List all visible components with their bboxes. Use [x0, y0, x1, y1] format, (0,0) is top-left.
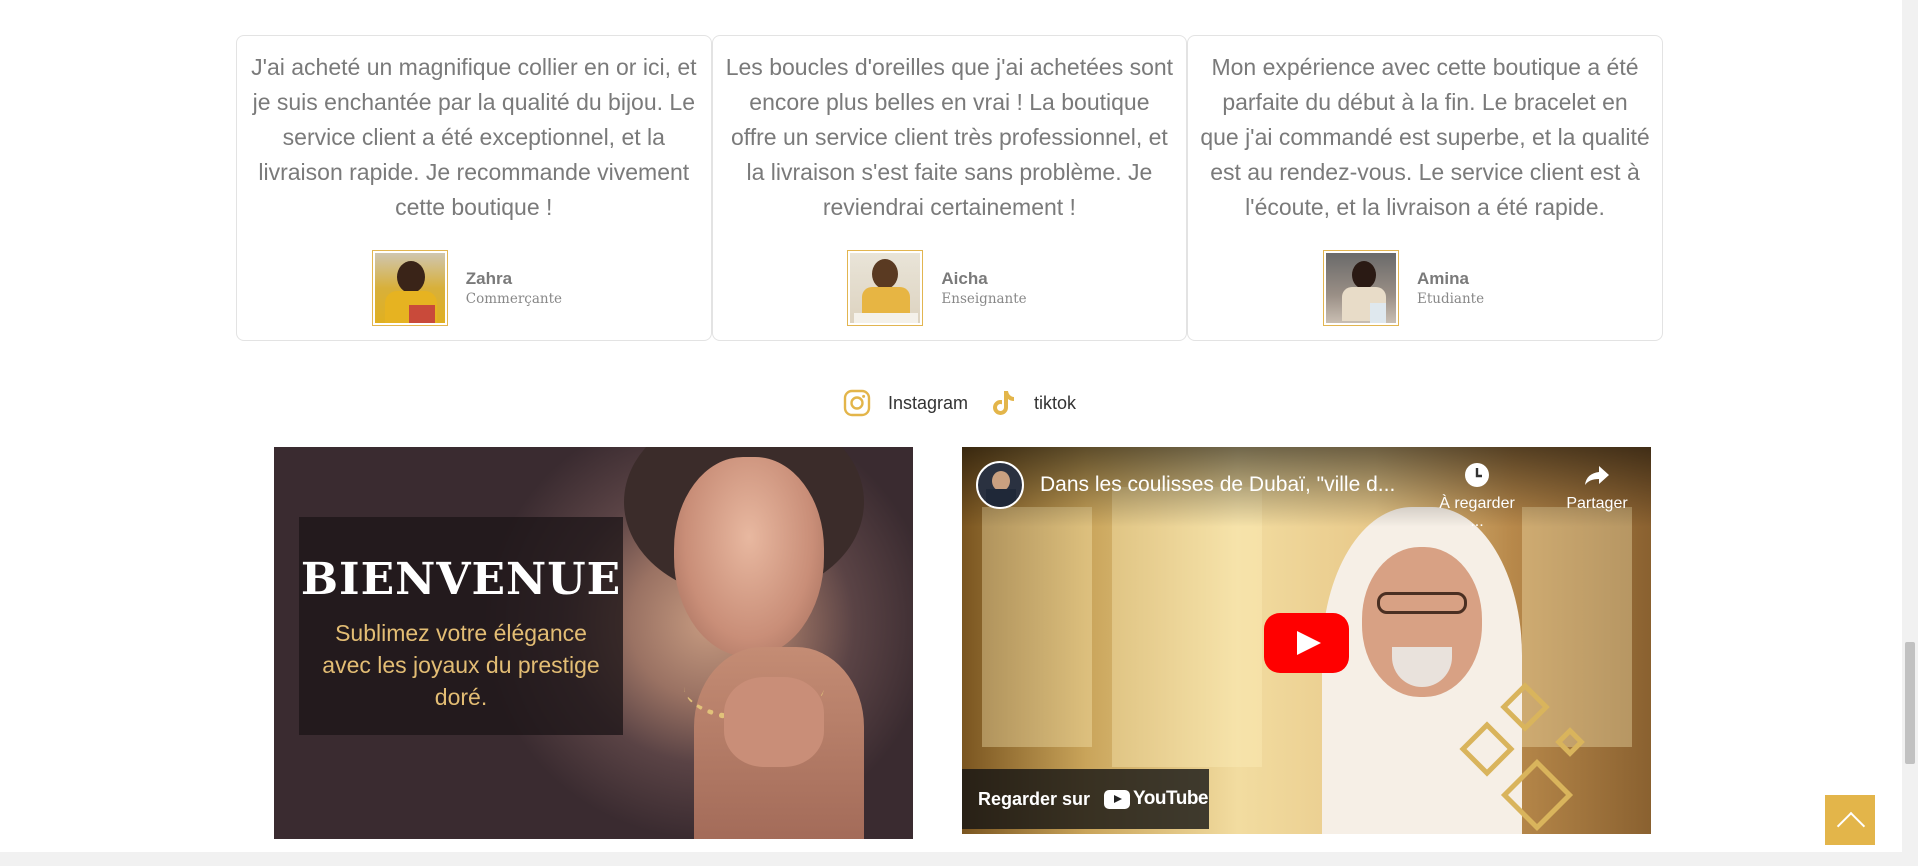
video-background — [982, 507, 1092, 747]
author-role: Commerçante — [465, 291, 563, 307]
tiktok-link[interactable]: tiktok — [988, 388, 1076, 418]
instagram-icon — [843, 389, 871, 417]
vertical-scrollbar[interactable] — [1902, 0, 1918, 866]
testimonial-text: J'ai acheté un magnifique collier en or … — [251, 54, 697, 220]
banner-overlay: BIENVENUE Sublimez votre élégance avec l… — [299, 517, 623, 735]
author-role: Etudiante — [1416, 291, 1485, 307]
avatar — [847, 250, 924, 326]
instagram-label: Instagram — [887, 392, 969, 413]
testimonial-author: Amina Etudiante — [1188, 250, 1662, 326]
watch-later-button[interactable]: À regarder ... — [1432, 461, 1522, 531]
testimonial-card: J'ai acheté un magnifique collier en or … — [236, 35, 712, 341]
testimonial-text: Mon expérience avec cette boutique a été… — [1200, 54, 1650, 220]
avatar — [1322, 250, 1399, 326]
author-name: Amina — [1416, 269, 1469, 288]
tiktok-label: tiktok — [1034, 392, 1077, 413]
banner-title: BIENVENUE — [300, 554, 622, 605]
tiktok-icon — [993, 391, 1015, 415]
gold-diamond-logo — [1459, 682, 1585, 832]
channel-avatar[interactable] — [976, 461, 1024, 509]
youtube-label: YouTube — [1133, 788, 1208, 809]
social-links: Instagram tiktok — [0, 388, 1918, 418]
banner-subtitle: Sublimez votre élégance avec les joyaux … — [322, 620, 600, 710]
banner-model-image — [604, 447, 884, 839]
youtube-play-icon — [1104, 789, 1131, 809]
youtube-embed[interactable]: Dans les coulisses de Dubaï, "ville d...… — [962, 447, 1651, 834]
clock-icon — [1465, 463, 1489, 487]
watch-on-youtube-button[interactable]: Regarder sur YouTube — [962, 769, 1209, 829]
scroll-to-top-button[interactable] — [1825, 795, 1875, 845]
avatar — [371, 250, 448, 326]
share-label: Partager — [1566, 495, 1628, 512]
scrollbar-thumb[interactable] — [1905, 642, 1915, 764]
testimonials-section: J'ai acheté un magnifique collier en or … — [236, 35, 1663, 341]
testimonial-author: Aicha Enseignante — [713, 250, 1187, 326]
author-role: Enseignante — [941, 291, 1027, 307]
testimonial-card: Mon expérience avec cette boutique a été… — [1187, 35, 1663, 341]
welcome-banner: BIENVENUE Sublimez votre élégance avec l… — [274, 447, 913, 839]
video-title[interactable]: Dans les coulisses de Dubaï, "ville d... — [1040, 473, 1395, 497]
testimonial-text: Les boucles d'oreilles que j'ai achetées… — [725, 54, 1174, 220]
testimonial-author: Zahra Commerçante — [237, 250, 711, 326]
watch-on-label: Regarder sur — [978, 788, 1091, 809]
watch-later-label: À regarder ... — [1439, 495, 1515, 530]
testimonial-card: Les boucles d'oreilles que j'ai achetées… — [711, 35, 1188, 341]
horizontal-scrollbar[interactable] — [0, 852, 1902, 866]
share-icon — [1585, 466, 1609, 485]
author-name: Aicha — [941, 269, 988, 288]
author-name: Zahra — [465, 269, 513, 288]
play-button[interactable] — [1264, 613, 1349, 673]
youtube-logo: YouTube — [1104, 788, 1208, 810]
share-button[interactable]: Partager — [1552, 461, 1642, 513]
instagram-link[interactable]: Instagram — [842, 388, 968, 418]
